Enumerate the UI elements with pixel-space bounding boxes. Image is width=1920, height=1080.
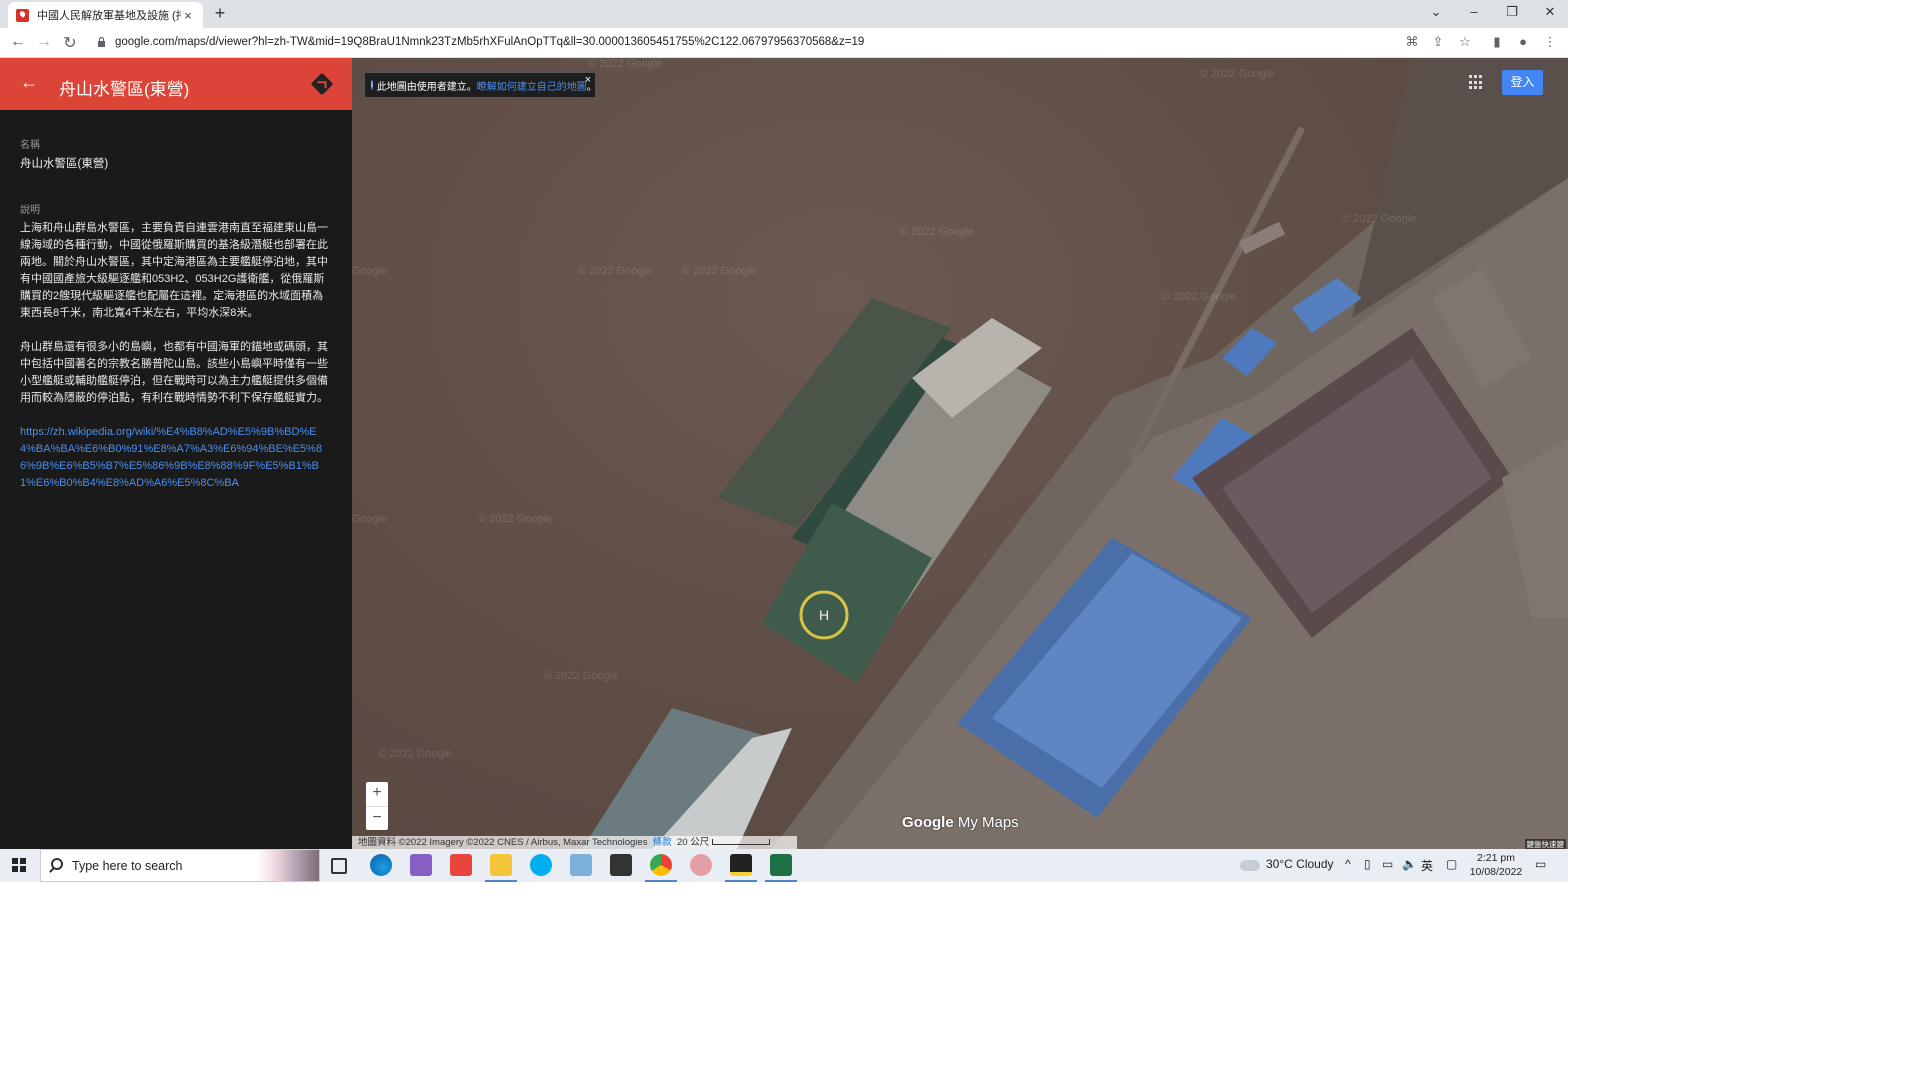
reload-icon[interactable]: ↻: [60, 33, 80, 53]
directions-icon[interactable]: [310, 72, 334, 96]
my-maps-logo-text: My Maps: [957, 814, 1019, 831]
network-icon[interactable]: ▭: [1382, 857, 1393, 871]
profile-avatar-icon[interactable]: ●: [1514, 34, 1532, 49]
zoom-control: + −: [366, 782, 388, 830]
new-tab-button[interactable]: +: [210, 3, 230, 24]
ime-mode-icon[interactable]: ▢: [1446, 857, 1457, 871]
scale-label[interactable]: 20 公尺: [677, 837, 709, 848]
back-arrow-icon[interactable]: ←: [8, 33, 28, 51]
system-clock[interactable]: 2:21 pm 10/08/2022: [1466, 851, 1526, 879]
windows-taskbar: Type here to search 30°C Cloudy ^ ▯ ▭ 🔈 …: [0, 849, 1568, 882]
sticky-notes-icon[interactable]: [725, 854, 757, 882]
taskbar-search-box[interactable]: Type here to search: [40, 849, 320, 882]
volume-icon[interactable]: 🔈: [1402, 857, 1417, 871]
map-watermark: © 2022 Google: [378, 748, 453, 760]
keyboard-shortcuts-button[interactable]: 鍵盤快速鍵: [1524, 839, 1566, 849]
share-icon[interactable]: ⇪: [1429, 34, 1447, 50]
map-watermark: © 2022 Google: [682, 265, 757, 277]
map-watermark: © 2022 Google: [478, 513, 553, 525]
lock-icon[interactable]: [97, 37, 106, 47]
ime-indicator[interactable]: 英: [1421, 857, 1433, 874]
browser-menu-icon[interactable]: ⋮: [1541, 34, 1559, 50]
notice-text: 此地圖由使用者建立。: [376, 81, 477, 93]
map-watermark: © 2022 Google: [1342, 213, 1417, 225]
tab-title: 中國人民解放軍基地及設施 (持續...: [37, 10, 181, 22]
search-highlight-image: [257, 850, 319, 881]
map-watermark: © 2022 Google: [1162, 291, 1237, 303]
address-bar-row: ← → ↻ google.com/maps/d/viewer?hl=zh-TW&…: [0, 28, 1568, 58]
browser-tab[interactable]: 中國人民解放軍基地及設施 (持續... ×: [8, 2, 203, 28]
name-value: 舟山水警區(東營): [20, 158, 109, 170]
terms-link[interactable]: 條款: [653, 837, 672, 848]
forward-arrow-icon[interactable]: →: [34, 33, 54, 51]
terminal-icon[interactable]: [610, 854, 632, 876]
edge-browser-icon[interactable]: [370, 854, 392, 876]
description-label: 說明: [20, 205, 40, 216]
side-panel-icon[interactable]: ▮: [1488, 34, 1506, 50]
map-watermark: Google: [352, 513, 388, 525]
weather-cloud-icon[interactable]: [1240, 860, 1260, 871]
clock-date: 10/08/2022: [1469, 866, 1523, 878]
tab-search-chevron-icon[interactable]: ⌄: [1426, 4, 1446, 20]
google-logo-text: Google: [902, 814, 954, 831]
info-icon: i: [371, 80, 373, 90]
description-paragraph-1: 上海和舟山群島水警區，主要負責自連雲港南直至福建東山島一線海域的各種行動，中國從…: [20, 222, 328, 319]
scale-bar: [711, 839, 770, 846]
restore-button[interactable]: ❐: [1502, 4, 1522, 20]
excel-icon[interactable]: [765, 854, 797, 882]
bookmark-star-icon[interactable]: ☆: [1456, 34, 1474, 50]
app-icon[interactable]: [570, 854, 592, 876]
map-attribution: 地圖資料 ©2022 Imagery ©2022 CNES / Airbus, …: [352, 836, 797, 849]
map-watermark: Google: [352, 265, 388, 277]
remote-app-icon[interactable]: [450, 854, 472, 876]
satellite-map[interactable]: H © 2022 Google © 2022 Google © 2022 Goo…: [352, 58, 1568, 849]
description: 上海和舟山群島水警區，主要負責自連雲港南直至福建東山島一線海域的各種行動，中國從…: [20, 220, 332, 492]
battery-icon[interactable]: ▯: [1364, 857, 1371, 871]
user-created-map-notice: i 此地圖由使用者建立。 瞭解如何建立自己的地圖 。 ×: [364, 72, 597, 98]
windows-start-icon[interactable]: [12, 858, 26, 872]
notifications-icon[interactable]: ▭: [1535, 857, 1546, 871]
panel-header: ← 舟山水警區(東營): [0, 58, 352, 110]
map-watermark: © 2022 Google: [588, 58, 663, 70]
url-field[interactable]: google.com/maps/d/viewer?hl=zh-TW&mid=19…: [115, 36, 864, 48]
zoom-in-button[interactable]: +: [366, 782, 388, 806]
wikipedia-link[interactable]: https://zh.wikipedia.org/wiki/%E4%B8%AD%…: [20, 424, 332, 492]
visual-studio-icon[interactable]: [410, 854, 432, 876]
tray-chevron-icon[interactable]: ^: [1345, 857, 1351, 871]
browser-tab-bar: 中國人民解放軍基地及設施 (持續... × + ⌄ – ❐ ✕: [0, 0, 1568, 28]
map-watermark: © 2022 Google: [900, 226, 975, 238]
map-watermark: © 2022 Google: [1200, 68, 1275, 80]
learn-create-map-link[interactable]: 瞭解如何建立自己的地圖: [477, 78, 587, 93]
skype-icon[interactable]: [530, 854, 552, 876]
tab-close-icon[interactable]: ×: [181, 8, 195, 23]
shipyard-imagery: H: [582, 58, 1568, 849]
zoom-out-button[interactable]: −: [366, 806, 388, 830]
search-icon: [51, 858, 63, 870]
translate-icon[interactable]: ⌘: [1403, 34, 1421, 50]
apps-grid-icon[interactable]: [1469, 75, 1484, 90]
close-window-button[interactable]: ✕: [1540, 4, 1560, 20]
search-placeholder: Type here to search: [72, 859, 183, 873]
login-button[interactable]: 登入: [1502, 70, 1543, 95]
feature-detail-panel: ← 舟山水警區(東營) 名稱 舟山水警區(東營) 說明 上海和舟山群島水警區，主…: [0, 58, 352, 849]
map-watermark: © 2022 Google: [544, 670, 619, 682]
feature-title: 舟山水警區(東營): [59, 80, 190, 99]
attribution-text: 地圖資料 ©2022 Imagery ©2022 CNES / Airbus, …: [358, 837, 648, 848]
name-label: 名稱: [20, 140, 40, 151]
clock-time: 2:21 pm: [1477, 852, 1515, 864]
weather-text[interactable]: 30°C Cloudy: [1266, 857, 1334, 871]
minimize-button[interactable]: –: [1464, 4, 1484, 19]
chrome-icon[interactable]: [645, 854, 677, 882]
svg-text:H: H: [819, 607, 829, 623]
description-paragraph-2: 舟山群島還有很多小的島嶼，也都有中國海軍的錨地或碼頭，其中包括中國著名的宗教名勝…: [20, 341, 328, 404]
back-arrow-icon[interactable]: ←: [20, 72, 38, 93]
snipping-tool-icon[interactable]: [690, 854, 712, 876]
close-notice-icon[interactable]: ×: [585, 74, 591, 86]
task-view-icon[interactable]: [331, 858, 347, 874]
google-my-maps-logo: Google My Maps: [902, 814, 1019, 831]
file-explorer-icon[interactable]: [485, 854, 517, 882]
map-watermark: © 2022 Google: [578, 265, 653, 277]
google-maps-favicon-icon: [16, 8, 29, 22]
